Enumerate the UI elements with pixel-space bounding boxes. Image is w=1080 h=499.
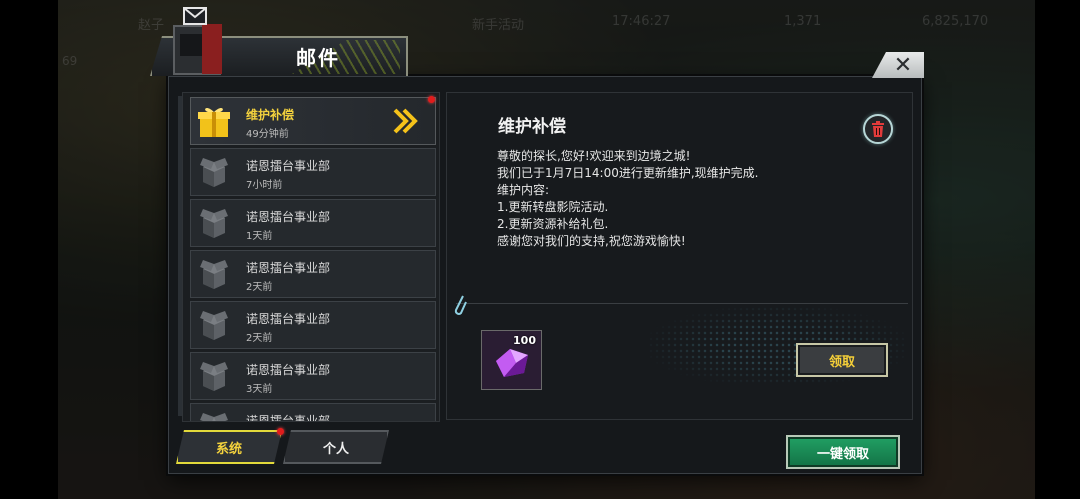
mail-sender: 诺恩擂台事业部 bbox=[246, 312, 331, 326]
chevron-right-icon bbox=[393, 108, 418, 134]
dialog-title: 邮件 bbox=[296, 46, 340, 70]
package-icon bbox=[195, 306, 233, 344]
attachment-quantity: 100 bbox=[513, 334, 536, 347]
mail-sender: 诺恩擂台事业部 bbox=[246, 261, 331, 275]
mail-sender: 诺恩擂台事业部 bbox=[246, 159, 331, 173]
mail-list-item[interactable]: 诺恩擂台事业部 2天前 bbox=[190, 301, 436, 349]
package-icon bbox=[195, 153, 233, 191]
mail-time: 2天前 bbox=[246, 282, 273, 293]
attachment-divider bbox=[456, 303, 908, 304]
mail-sender: 维护补偿 bbox=[246, 108, 295, 122]
mail-list: 维护补偿 49分钟前 诺恩擂台事业部 7小时前 诺恩擂台事业部 1天前 诺恩擂台事业部 2天前… bbox=[182, 92, 440, 422]
mail-time: 7小时前 bbox=[246, 180, 283, 191]
package-icon bbox=[200, 362, 228, 391]
package-icon bbox=[195, 204, 233, 242]
package-icon bbox=[200, 209, 228, 238]
close-icon: ✕ bbox=[893, 52, 913, 78]
attachment-item[interactable]: 100 bbox=[481, 330, 542, 390]
selected-arrow bbox=[391, 106, 421, 140]
delete-button[interactable] bbox=[863, 114, 893, 144]
mail-time: 3天前 bbox=[246, 384, 273, 395]
mail-time: 49分钟前 bbox=[246, 129, 289, 140]
tab-system-unread-dot bbox=[277, 428, 284, 435]
package-icon bbox=[200, 413, 228, 421]
unread-dot bbox=[428, 96, 435, 103]
claim-button-label: 领取 bbox=[828, 354, 855, 370]
claim-all-label: 一键领取 bbox=[816, 446, 869, 462]
mail-list-item[interactable]: 诺恩擂台事业部 1天前 bbox=[190, 199, 436, 247]
mail-title: 维护补偿 bbox=[498, 117, 566, 137]
paperclip-icon bbox=[452, 292, 468, 324]
mailbox-icon bbox=[166, 4, 234, 76]
mail-sender: 诺恩擂台事业部 bbox=[246, 210, 331, 224]
tab-system[interactable]: 系统 bbox=[176, 430, 282, 464]
mail-list-item[interactable]: 诺恩擂台事业部 bbox=[190, 403, 436, 422]
mail-time: 2天前 bbox=[246, 333, 273, 344]
mail-list-item[interactable]: 维护补偿 49分钟前 bbox=[190, 97, 436, 145]
tab-system-label: 系统 bbox=[215, 441, 242, 457]
tab-personal-label: 个人 bbox=[322, 441, 349, 457]
package-icon bbox=[195, 357, 233, 395]
trash-icon bbox=[872, 121, 884, 137]
mail-list-item[interactable]: 诺恩擂台事业部 3天前 bbox=[190, 352, 436, 400]
claim-button[interactable]: 领取 bbox=[796, 343, 888, 377]
package-icon bbox=[200, 260, 228, 289]
package-icon bbox=[200, 158, 228, 187]
mail-sender: 诺恩擂台事业部 bbox=[246, 363, 331, 377]
tab-personal[interactable]: 个人 bbox=[283, 430, 389, 464]
mail-list-item[interactable]: 诺恩擂台事业部 7小时前 bbox=[190, 148, 436, 196]
claim-all-button[interactable]: 一键领取 bbox=[786, 435, 900, 469]
package-icon bbox=[195, 255, 233, 293]
mail-time: 1天前 bbox=[246, 231, 273, 242]
gift-icon bbox=[198, 107, 230, 137]
mail-list-item[interactable]: 诺恩擂台事业部 2天前 bbox=[190, 250, 436, 298]
package-icon bbox=[195, 408, 233, 421]
mail-body: 尊敬的探长,您好!欢迎来到边境之城! 我们已于1月7日14:00进行更新维护,现… bbox=[497, 149, 759, 248]
gift-icon bbox=[195, 102, 233, 140]
package-icon bbox=[200, 311, 228, 340]
mail-sender: 诺恩擂台事业部 bbox=[246, 414, 331, 422]
